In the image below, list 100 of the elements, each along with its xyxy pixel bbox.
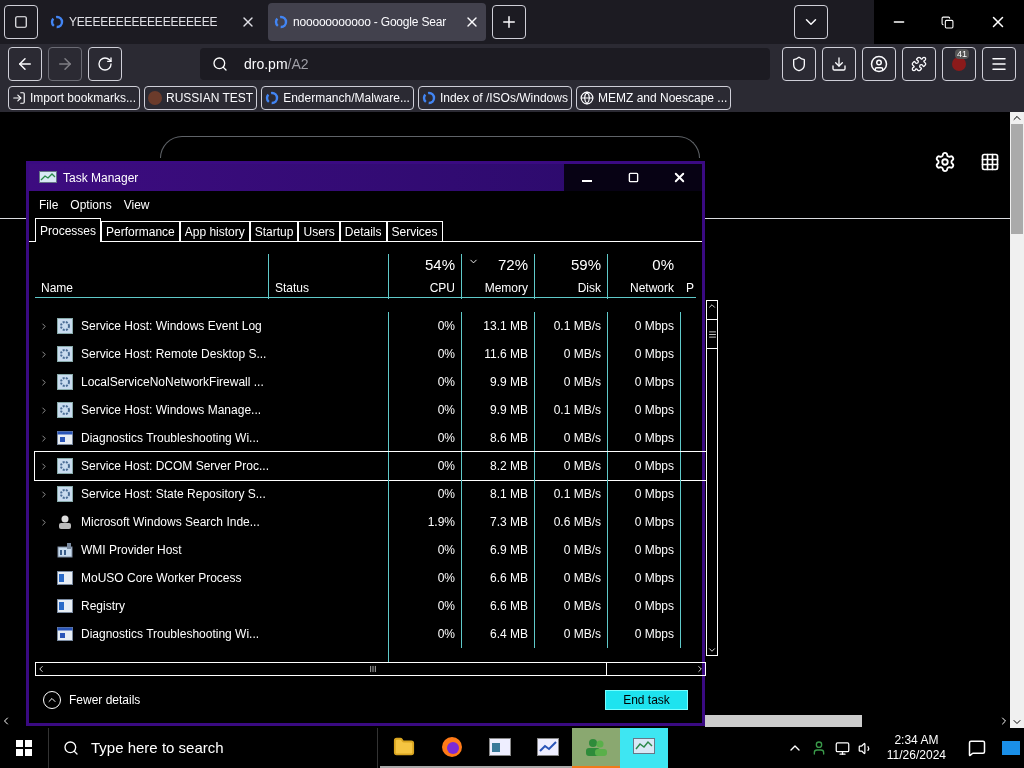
expand-icon[interactable] — [39, 488, 49, 500]
bookmark[interactable]: Import bookmarks... — [8, 86, 141, 110]
user-circle-icon — [870, 55, 888, 73]
expand-icon[interactable] — [39, 404, 49, 416]
gear-icon — [57, 318, 73, 334]
settings-icon[interactable] — [934, 151, 956, 173]
bookmark[interactable]: Index of /ISOs/Windows — [417, 86, 572, 110]
process-row[interactable]: Service Host: DCOM Server Proc... 0% 8.2 MB 0 MB/s 0 Mbps — [35, 452, 706, 480]
end-task-button[interactable]: End task — [605, 689, 688, 710]
tab[interactable]: Users — [298, 221, 340, 241]
tab[interactable]: App history — [179, 221, 250, 241]
table-cell-text: 0 MB/s — [563, 430, 601, 447]
account-button[interactable] — [862, 47, 896, 81]
folder-icon — [393, 736, 415, 758]
tab[interactable]: Processes — [35, 218, 102, 242]
downloads-button[interactable] — [822, 47, 856, 81]
process-row[interactable]: Diagnostics Troubleshooting Wi... 0% 6.4 MB 0 MB/s 0 Mbps — [35, 620, 706, 648]
new-tab-button[interactable] — [492, 5, 526, 39]
table-cell-text: 0 Mbps — [634, 542, 674, 559]
process-row[interactable]: MoUSO Core Worker Process 0% 6.6 MB 0 MB/s 0 Mbps — [35, 564, 706, 592]
expand-icon[interactable] — [39, 460, 49, 472]
tab[interactable]: Details — [339, 221, 387, 241]
extension-button[interactable]: 41 — [942, 47, 976, 81]
expand-icon[interactable] — [39, 516, 49, 528]
process-row[interactable]: Diagnostics Troubleshooting Wi... 0% 8.6 MB 0 MB/s 0 Mbps — [35, 424, 706, 452]
minimize-icon — [582, 179, 592, 182]
bookmark[interactable]: MEMZ and Noescape ... — [575, 86, 732, 110]
expand-icon[interactable] — [39, 320, 49, 332]
process-row[interactable]: Service Host: Remote Desktop S... 0% 11.6 MB 0 MB/s 0 Mbps — [35, 340, 706, 368]
back-button[interactable] — [8, 47, 42, 81]
extensions-button[interactable] — [902, 47, 936, 81]
square-icon — [14, 15, 28, 29]
table-cell-text: 11.6 MB — [484, 346, 528, 363]
bookmark[interactable]: RUSSIAN TEST — [144, 86, 258, 110]
menu-item[interactable]: View — [123, 196, 150, 214]
gear-icon — [57, 374, 73, 390]
bookmark[interactable]: Endermanch/Malware... — [261, 86, 414, 110]
browser-icon — [441, 736, 463, 758]
tab-overflow-button[interactable] — [794, 5, 828, 39]
column-header[interactable]: 72% Memory — [461, 254, 534, 299]
fewer-details-button[interactable]: Fewer details — [43, 690, 141, 709]
tab-list-button[interactable] — [4, 5, 38, 39]
scrollbar-thumb[interactable] — [705, 715, 862, 727]
table-cell-text: 9.9 MB — [490, 374, 528, 391]
reload-button[interactable] — [88, 47, 122, 81]
scroll-up-icon — [707, 301, 717, 311]
process-name: Service Host: DCOM Server Proc... — [81, 458, 270, 475]
expand-icon[interactable] — [39, 376, 49, 388]
scroll-down-icon — [707, 645, 717, 655]
scrollbar-thumb[interactable] — [1011, 124, 1023, 234]
vertical-scrollbar[interactable] — [706, 300, 718, 656]
column-header[interactable]: 0% Network — [607, 254, 680, 299]
column-header[interactable]: Name — [35, 254, 268, 299]
google-icon — [274, 15, 288, 29]
vertical-scrollbar[interactable] — [1010, 112, 1024, 728]
browser-tab[interactable]: nooooooooooo - Google Sear — [268, 3, 486, 41]
column-header[interactable]: 59% Disk — [534, 254, 607, 299]
close-button[interactable] — [656, 164, 702, 191]
browser-tab[interactable]: YEEEEEEEEEEEEEEEEEE — [44, 3, 262, 41]
menu-item[interactable]: Options — [70, 196, 112, 214]
menu-item[interactable]: File — [39, 196, 59, 214]
gear-icon — [57, 486, 73, 502]
table-cell-text: 9.9 MB — [490, 402, 528, 419]
table-cell-text: 0 Mbps — [634, 346, 674, 363]
column-header[interactable]: P — [680, 254, 706, 299]
process-row[interactable]: Service Host: State Repository S... 0% 8.1 MB 0.1 MB/s 0 Mbps — [35, 480, 706, 508]
monitor-chart-icon — [39, 170, 57, 185]
expand-icon[interactable] — [39, 432, 49, 444]
grip-icon — [707, 329, 717, 339]
grip-icon — [369, 665, 377, 673]
column-header[interactable]: 54% CPU — [388, 254, 461, 299]
search-field[interactable]: Type here to search — [48, 728, 378, 768]
table-cell-text: 0.1 MB/s — [553, 318, 601, 335]
process-row[interactable]: Service Host: Windows Manage... 0% 9.9 MB 0.1 MB/s 0 Mbps — [35, 396, 706, 424]
chart-window-icon — [537, 738, 559, 756]
process-name: Service Host: State Repository S... — [81, 486, 266, 503]
address-field[interactable]: dro.pm/A2 — [200, 48, 770, 80]
tab[interactable]: Services — [386, 221, 443, 241]
process-row[interactable]: LocalServiceNoNetworkFirewall ... 0% 9.9 MB 0 MB/s 0 Mbps — [35, 368, 706, 396]
process-row[interactable]: WMI Provider Host 0% 6.9 MB 0 MB/s 0 Mbps — [35, 536, 706, 564]
process-row[interactable]: Microsoft Windows Search Inde... 1.9% 7.3 MB 0.6 MB/s 0 Mbps — [35, 508, 706, 536]
tab[interactable]: Performance — [101, 221, 180, 241]
window-icon — [489, 738, 511, 756]
tab[interactable]: Startup — [249, 221, 299, 241]
column-header[interactable]: Status — [268, 254, 388, 299]
clock[interactable]: 2:34 AM 11/26/2024 — [880, 733, 952, 763]
table-cell-text: 1.9% — [427, 514, 455, 531]
apps-grid-icon[interactable] — [980, 152, 1000, 172]
process-row[interactable]: Registry 0% 6.6 MB 0 MB/s 0 Mbps — [35, 592, 706, 620]
menu-button[interactable] — [982, 47, 1016, 81]
expand-icon[interactable] — [39, 348, 49, 360]
table-cell-text: 8.2 MB — [490, 458, 528, 475]
notifications-icon[interactable] — [968, 739, 986, 757]
windows-logo-icon — [16, 740, 32, 756]
restore-icon[interactable] — [941, 15, 955, 29]
process-name: WMI Provider Host — [81, 542, 182, 559]
network-icon[interactable] — [834, 740, 850, 756]
horizontal-scrollbar[interactable] — [35, 662, 706, 676]
process-row[interactable]: Service Host: Windows Event Log 0% 13.1 MB 0.1 MB/s 0 Mbps — [35, 312, 706, 340]
pocket-button[interactable] — [782, 47, 816, 81]
